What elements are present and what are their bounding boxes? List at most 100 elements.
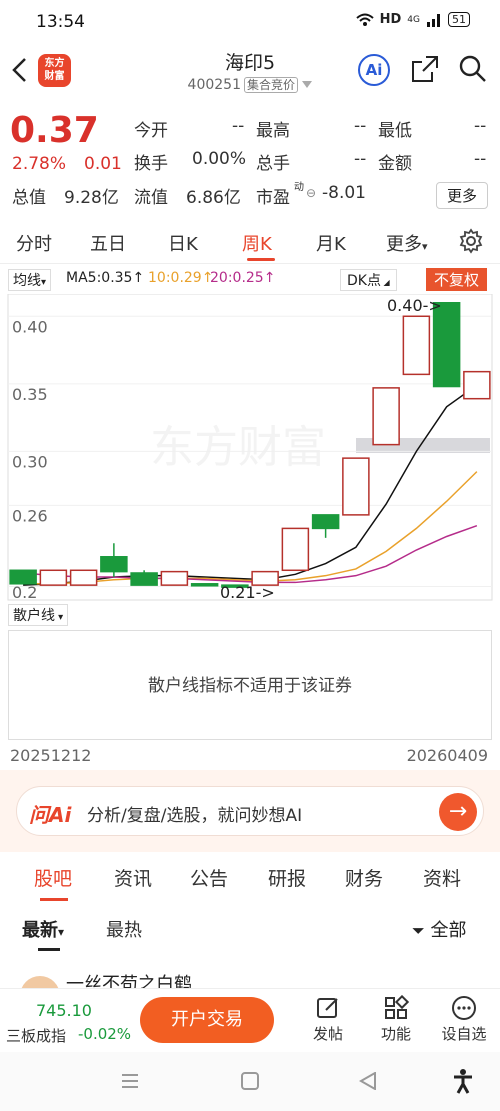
quote-open: 今开 <box>134 116 168 141</box>
tab-announcements[interactable]: 公告 <box>190 864 228 891</box>
ai-logo: 问Ai <box>29 803 72 827</box>
kline-chart[interactable]: 东方财富 0.40 0.35 0.30 0.26 0.2 0.40-> 0.21-> <box>0 294 500 602</box>
quote-pe: 市盈 <box>256 188 290 208</box>
add-watchlist-button[interactable]: 设自选 <box>434 993 494 1044</box>
tab-research[interactable]: 研报 <box>268 864 306 891</box>
tab-monthly-k[interactable]: 月K <box>316 230 346 256</box>
functions-label: 功能 <box>380 1025 411 1043</box>
back-nav-icon[interactable] <box>358 1072 378 1090</box>
open-account-trade-button[interactable]: 开户交易 <box>140 997 274 1043</box>
more-dots-icon <box>452 996 476 1020</box>
ma10-value: 10:0.29↑ <box>148 270 214 286</box>
accessibility-icon[interactable] <box>452 1068 474 1094</box>
y-tick-label: 0.26 <box>12 506 48 525</box>
chart-watermark: 东方财富 <box>150 422 326 473</box>
post-button[interactable]: 发帖 <box>298 993 358 1044</box>
home-icon[interactable] <box>240 1072 260 1090</box>
candle-body <box>130 572 158 586</box>
status-time: 13:54 <box>36 12 85 32</box>
ai-button[interactable]: Ai <box>358 54 390 86</box>
tab-weekly-k[interactable]: 周K <box>242 230 272 256</box>
ai-go-button[interactable]: → <box>439 793 477 831</box>
network-label: HD <box>379 12 402 27</box>
sort-underline <box>38 948 60 951</box>
y-tick-label: 0.30 <box>12 452 48 471</box>
status-icons: HD 4G 51 <box>355 12 470 27</box>
ma-selector[interactable]: 均线▾ <box>8 269 52 291</box>
caret-down-icon: ▾ <box>41 277 47 288</box>
quote-volume: 总手 <box>256 154 290 174</box>
quote-turnover: 换手 <box>134 154 168 174</box>
tab-intraday[interactable]: 分时 <box>16 230 52 256</box>
candle-body <box>100 556 128 573</box>
grid-icon <box>385 995 409 1019</box>
quote-open-value: -- <box>232 116 245 136</box>
no-adjust-button[interactable]: 不复权 <box>426 268 488 291</box>
pct-change: 2.78% <box>12 154 67 174</box>
system-nav-bar <box>0 1052 500 1111</box>
quote-amount: 金额 <box>378 154 412 174</box>
tab-guba[interactable]: 股吧 <box>34 864 72 891</box>
high-annotation: 0.40-> <box>387 296 442 315</box>
y-tick-label: 0.2 <box>12 583 37 602</box>
share-icon[interactable] <box>410 54 440 84</box>
add-watchlist-label: 设自选 <box>441 1025 487 1043</box>
pe-info-icon[interactable]: ⊖ <box>306 186 316 200</box>
stock-code: 400251 <box>187 77 241 93</box>
wifi-icon <box>355 13 374 26</box>
stock-detail-screen: 13:54 HD 4G 51 东方 财富 海印5 400251 集合竞价 Ai 0… <box>0 0 500 1111</box>
quote-float-cap-value: 6.86亿 <box>186 188 241 208</box>
sort-hottest[interactable]: 最热 <box>106 916 142 942</box>
sanhu-selector[interactable]: 散户线 ▾ <box>8 604 69 626</box>
tab-more[interactable]: 更多▾ <box>386 230 428 256</box>
recent-apps-icon[interactable] <box>120 1072 140 1090</box>
quote-float-cap: 流值 <box>134 188 168 208</box>
candle-body <box>402 315 431 376</box>
dk-point-selector[interactable]: DK点 ◢ <box>340 269 397 291</box>
tab-finance[interactable]: 财务 <box>345 864 383 891</box>
settings-gear-icon[interactable] <box>458 228 484 254</box>
candle-body <box>463 370 491 400</box>
bottom-action-bar: 745.10 三板成指 -0.02% 开户交易 发帖 功能 设自选 <box>0 988 500 1052</box>
arrow-right-icon: → <box>448 799 468 824</box>
tab-profile[interactable]: 资料 <box>423 864 461 891</box>
candle-body <box>342 457 370 516</box>
filter-all[interactable]: ⏷ 全部 <box>412 916 467 942</box>
tab-five-day[interactable]: 五日 <box>90 230 126 256</box>
quote-volume-value: -- <box>354 149 367 169</box>
quote-amount-value: -- <box>474 149 487 169</box>
quote-label: 今开 <box>134 121 168 141</box>
quote-turnover-value: 0.00% <box>192 149 247 169</box>
tab-news[interactable]: 资讯 <box>114 864 152 891</box>
quote-pe-value: -8.01 <box>322 183 366 203</box>
period-tabs: 分时 五日 日K 周K 月K 更多▾ <box>0 220 500 264</box>
functions-button[interactable]: 功能 <box>366 993 426 1044</box>
sanhu-message: 散户线指标不适用于该证券 <box>148 676 352 696</box>
dropdown-triangle-icon[interactable] <box>302 81 313 89</box>
quote-market-cap-value: 9.28亿 <box>64 188 119 208</box>
indicator-bar: 均线▾ MA5:0.35↑ 10:0.29↑ 20:0.25↑ DK点 ◢ 不复… <box>0 266 500 294</box>
sort-newest[interactable]: 最新▾ <box>22 916 64 942</box>
signal-label: 4G <box>407 14 420 25</box>
price-change: 0.01 <box>84 154 122 174</box>
post-label: 发帖 <box>312 1025 343 1043</box>
candle-body <box>311 514 340 530</box>
search-icon[interactable] <box>458 54 488 84</box>
quote-high-value: -- <box>354 116 367 136</box>
more-quote-button[interactable]: 更多 <box>435 182 488 209</box>
candle-body <box>432 302 461 388</box>
sort-newest-label: 最新 <box>22 920 58 941</box>
active-tab-indicator <box>40 898 68 901</box>
end-date: 20260409 <box>406 746 488 765</box>
quote-low-value: -- <box>474 116 487 136</box>
active-tab-indicator <box>247 258 275 261</box>
tab-daily-k[interactable]: 日K <box>168 230 198 256</box>
caret-down-icon: ▾ <box>55 612 64 623</box>
trading-phase-tag: 集合竞价 <box>243 77 298 93</box>
ai-search-bar[interactable]: 问Ai 分析/复盘/选股，就问妙想AI → <box>16 786 484 836</box>
last-price: 0.37 <box>10 110 99 151</box>
candle-body <box>160 570 189 586</box>
candle-body <box>190 583 219 587</box>
caret-down-icon: ▾ <box>422 240 428 253</box>
y-tick-label: 0.40 <box>12 317 48 336</box>
